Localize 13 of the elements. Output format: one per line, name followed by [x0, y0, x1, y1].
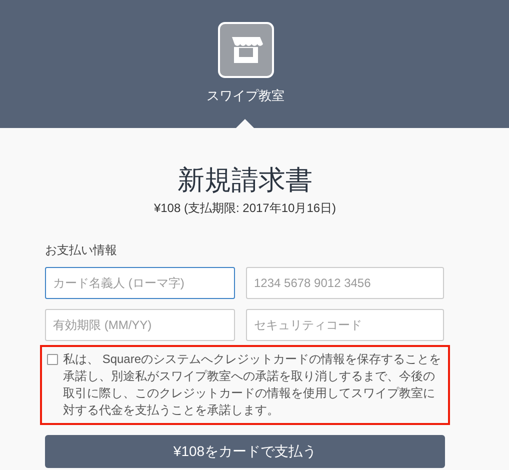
consent-text: 私は、 Squareのシステムへクレジットカードの情報を保存することを承諾し、別途私がスワイプ教室への承諾を取り消しするまで、今後の取引に際し、このクレジットカードの情報を使用してスワイプ教室に対する代金を支払うことを承諾します。 — [63, 351, 442, 419]
invoice-subtitle: ¥108 (支払期限: 2017年10月16日) — [154, 200, 336, 217]
input-field[interactable]: 有効期限 (MM/YY) — [45, 309, 235, 341]
section-label: お支払い情報 — [45, 242, 118, 259]
input-field[interactable]: カード名義人 (ローマ字) — [45, 267, 235, 299]
consent-checkbox[interactable] — [47, 354, 58, 365]
shop-icon — [218, 22, 274, 78]
input-field[interactable]: 1234 5678 9012 3456 — [246, 267, 444, 299]
pointer-notch — [236, 119, 254, 128]
shop-name: スワイプ教室 — [206, 87, 284, 105]
invoice-title: 新規請求書 — [178, 164, 312, 197]
input-field[interactable]: セキュリティコード — [246, 309, 444, 341]
pay-button[interactable]: ¥108をカードで支払う — [45, 435, 445, 468]
